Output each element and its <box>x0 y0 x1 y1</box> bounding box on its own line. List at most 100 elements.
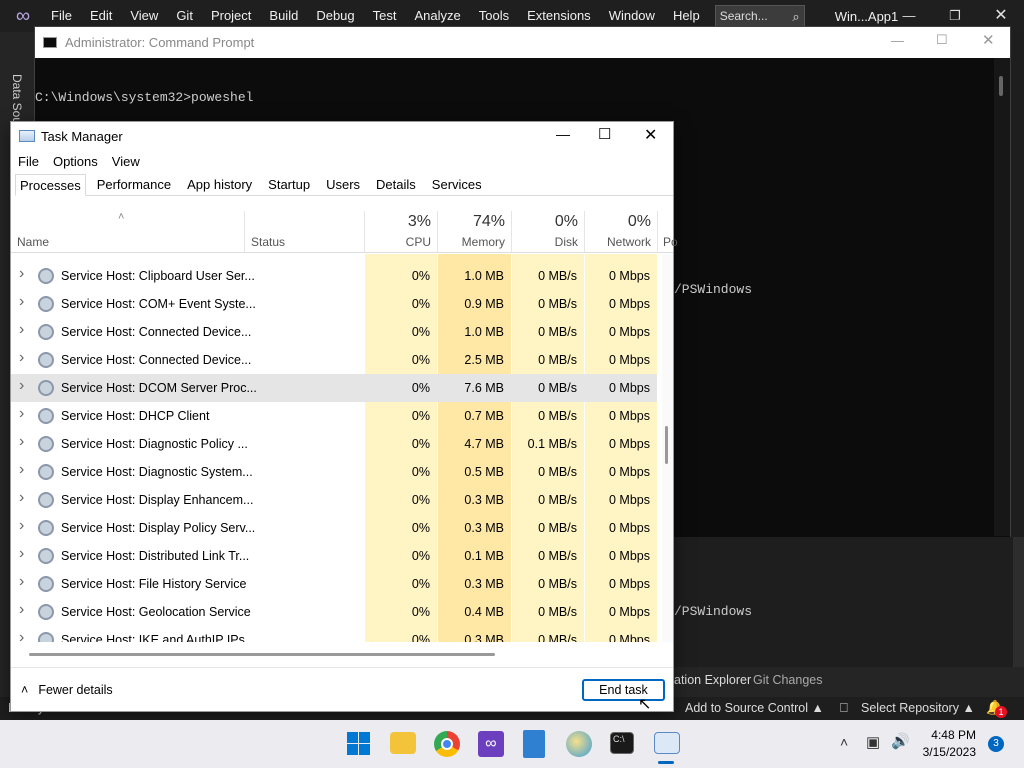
expand-chevron-icon[interactable]: › <box>19 321 24 339</box>
expand-chevron-icon[interactable]: › <box>19 265 24 283</box>
column-header-name[interactable]: ˄ Name <box>11 211 245 253</box>
cmd-titlebar[interactable]: Administrator: Command Prompt — ☐ ✕ <box>35 27 1010 58</box>
mouse-cursor-icon: ↖ <box>638 696 652 713</box>
process-memory: 2.5 MB <box>464 353 504 367</box>
expand-chevron-icon[interactable]: › <box>19 545 24 563</box>
chevron-up-tray-icon[interactable]: ˄ <box>840 734 848 750</box>
process-row[interactable]: › Service Host: DHCP Client 0% 0.7 MB 0 MB/s… <box>11 402 657 430</box>
tab-users[interactable]: Users <box>321 173 365 195</box>
process-cpu: 0% <box>411 493 430 507</box>
expand-chevron-icon[interactable]: › <box>19 573 24 591</box>
process-network: 0 Mbps <box>609 437 650 451</box>
visual-studio-icon[interactable]: ∞ <box>478 731 504 757</box>
tm-maximize-button[interactable]: ☐ <box>598 125 611 143</box>
tm-titlebar[interactable]: Task Manager — ☐ ✕ <box>11 122 673 150</box>
process-row[interactable]: › Service Host: File History Service 0% 0.3… <box>11 570 657 598</box>
expand-chevron-icon[interactable]: › <box>19 377 24 395</box>
notification-count-badge[interactable]: 3 <box>988 736 1004 752</box>
add-to-source-control-button[interactable]: Add to Source Control ▲ <box>685 701 824 715</box>
chrome-icon[interactable] <box>434 731 460 757</box>
expand-chevron-icon[interactable]: › <box>19 517 24 535</box>
tab-solution-explorer[interactable]: ation Explorer <box>674 673 751 687</box>
process-name: Service Host: COM+ Event Syste... <box>61 297 256 311</box>
process-cpu: 0% <box>411 465 430 479</box>
process-network: 0 Mbps <box>609 633 650 642</box>
process-row[interactable]: › Service Host: IKE and AuthIP IPs... 0% 0.… <box>11 626 657 642</box>
process-network: 0 Mbps <box>609 465 650 479</box>
expand-chevron-icon[interactable]: › <box>19 349 24 367</box>
process-row[interactable]: › Service Host: Display Policy Serv... 0% 0… <box>11 514 657 542</box>
data-sources-tab[interactable]: Data Sou <box>10 74 24 124</box>
volume-icon[interactable]: 🔊 <box>891 732 910 750</box>
tab-git-changes[interactable]: Git Changes <box>753 673 822 687</box>
expand-chevron-icon[interactable]: › <box>19 405 24 423</box>
process-cpu: 0% <box>411 381 430 395</box>
notepad-icon[interactable] <box>523 730 545 758</box>
expand-chevron-icon[interactable]: › <box>19 601 24 619</box>
process-memory: 0.1 MB <box>464 549 504 563</box>
vscroll-thumb[interactable] <box>665 426 668 464</box>
tm-minimize-button[interactable]: — <box>556 126 570 142</box>
tab-startup[interactable]: Startup <box>263 173 315 195</box>
process-row[interactable]: › Service Host: Connected Device... 0% 1.0 … <box>11 318 657 346</box>
process-name: Service Host: Diagnostic System... <box>61 465 253 479</box>
cmd-minimize-button[interactable]: — <box>891 33 904 48</box>
process-row[interactable]: › Service Host: Geolocation Service 0% 0.4 … <box>11 598 657 626</box>
hscroll-thumb[interactable] <box>29 653 495 656</box>
clock-time[interactable]: 4:48 PM <box>924 728 976 742</box>
expand-chevron-icon[interactable]: › <box>19 293 24 311</box>
end-task-button[interactable]: End task <box>582 679 665 701</box>
process-row[interactable]: › Service Host: Connected Device... 0% 2.5 … <box>11 346 657 374</box>
tm-menu-view[interactable]: View <box>105 154 147 169</box>
process-memory: 0.3 MB <box>464 521 504 535</box>
process-list-hscrollbar[interactable] <box>11 650 673 660</box>
expand-chevron-icon[interactable]: › <box>19 489 24 507</box>
cmd-close-button[interactable]: ✕ <box>982 31 995 49</box>
column-header-status[interactable]: Status <box>245 211 365 253</box>
process-row[interactable]: › Service Host: Clipboard User Ser... 0% 1.… <box>11 262 657 290</box>
expand-chevron-icon[interactable]: › <box>19 433 24 451</box>
column-header-power[interactable]: Po <box>658 211 678 253</box>
process-list-vscrollbar[interactable] <box>662 254 673 642</box>
process-row[interactable]: › Service Host: Distributed Link Tr... 0% 0… <box>11 542 657 570</box>
tab-app-history[interactable]: App history <box>182 173 257 195</box>
column-header-disk[interactable]: 0% Disk <box>512 211 585 253</box>
terminal-icon[interactable]: C:\ <box>610 732 634 754</box>
tab-processes[interactable]: Processes <box>15 174 86 196</box>
column-header-memory[interactable]: 74% Memory <box>438 211 512 253</box>
tab-services[interactable]: Services <box>427 173 487 195</box>
expand-chevron-icon[interactable]: › <box>19 629 24 642</box>
process-row[interactable]: › Service Host: Diagnostic Policy ... 0% 4.… <box>11 430 657 458</box>
process-row[interactable]: › Service Host: Diagnostic System... 0% 0.5… <box>11 458 657 486</box>
task-manager-icon[interactable] <box>654 732 680 754</box>
tm-menu-file[interactable]: File <box>11 154 46 169</box>
cmd-maximize-button[interactable]: ☐ <box>936 32 948 48</box>
process-network: 0 Mbps <box>609 381 650 395</box>
process-row[interactable]: › Service Host: DCOM Server Proc... 0% 7.6 … <box>11 374 657 402</box>
select-repository-button[interactable]: Select Repository ▲ <box>861 701 975 715</box>
vs-search-box[interactable]: Search... ⌕ <box>714 5 805 27</box>
windows-start-icon[interactable] <box>346 731 372 757</box>
column-header-network[interactable]: 0% Network <box>585 211 658 253</box>
task-manager-window[interactable]: Task Manager — ☐ ✕ File Options View Pro… <box>10 121 678 713</box>
process-disk: 0 MB/s <box>538 409 577 423</box>
fewer-details-button[interactable]: ˄ Fewer details <box>21 683 113 697</box>
tab-performance[interactable]: Performance <box>92 173 176 195</box>
process-name: Service Host: Distributed Link Tr... <box>61 549 250 563</box>
clock-date[interactable]: 3/15/2023 <box>918 745 976 759</box>
network-icon[interactable]: ▣ <box>866 733 880 751</box>
browser-icon[interactable] <box>566 731 592 757</box>
process-list[interactable]: › Service Host: Clipboard User Ser... 0% 1.… <box>11 254 657 642</box>
process-row[interactable]: › Service Host: Display Enhancem... 0% 0.3 … <box>11 486 657 514</box>
cmd-scroll-thumb[interactable] <box>999 76 1003 96</box>
column-header-cpu[interactable]: 3% CPU <box>365 211 438 253</box>
vs-panel-scrollbar[interactable] <box>1013 537 1024 667</box>
tab-details[interactable]: Details <box>371 173 421 195</box>
file-explorer-icon[interactable] <box>390 732 416 754</box>
cmd-scrollbar[interactable] <box>994 58 1010 536</box>
process-row[interactable]: › Service Host: COM+ Event Syste... 0% 0.9 … <box>11 290 657 318</box>
tm-menu-options[interactable]: Options <box>46 154 105 169</box>
visual-studio-logo-icon[interactable]: ∞ <box>8 5 38 27</box>
tm-close-button[interactable]: ✕ <box>644 125 657 145</box>
expand-chevron-icon[interactable]: › <box>19 461 24 479</box>
